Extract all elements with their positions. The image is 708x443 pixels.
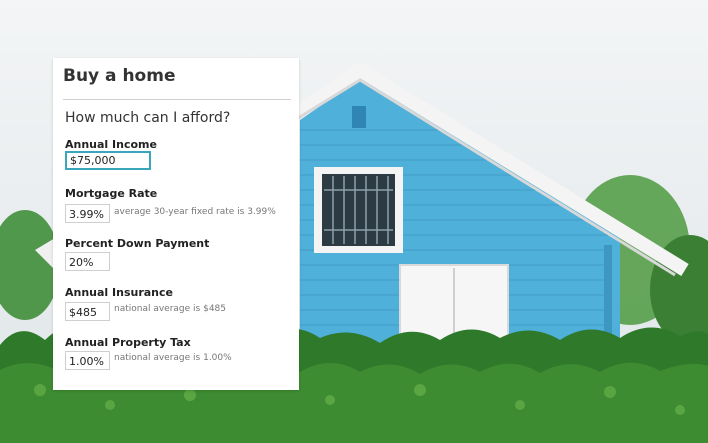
mortgage-rate-input[interactable]: 3.99% bbox=[65, 204, 110, 223]
percent-down-input[interactable]: 20% bbox=[65, 252, 110, 271]
property-tax-hint: national average is 1.00% bbox=[114, 353, 232, 363]
annual-income-label: Annual Income bbox=[65, 138, 157, 151]
card-subtitle: How much can I afford? bbox=[65, 110, 231, 126]
annual-insurance-hint: national average is $485 bbox=[114, 304, 226, 314]
affordability-calculator-card: Buy a home How much can I afford? Annual… bbox=[53, 58, 299, 390]
title-divider bbox=[63, 99, 291, 100]
property-tax-input[interactable]: 1.00% bbox=[65, 351, 110, 370]
card-title: Buy a home bbox=[63, 66, 176, 86]
mortgage-rate-hint: average 30-year fixed rate is 3.99% bbox=[114, 207, 276, 217]
annual-income-input[interactable]: $75,000 bbox=[65, 151, 151, 170]
annual-insurance-input[interactable]: $485 bbox=[65, 302, 110, 321]
mortgage-rate-label: Mortgage Rate bbox=[65, 187, 158, 200]
percent-down-label: Percent Down Payment bbox=[65, 237, 210, 250]
property-tax-label: Annual Property Tax bbox=[65, 336, 191, 349]
annual-insurance-label: Annual Insurance bbox=[65, 286, 173, 299]
